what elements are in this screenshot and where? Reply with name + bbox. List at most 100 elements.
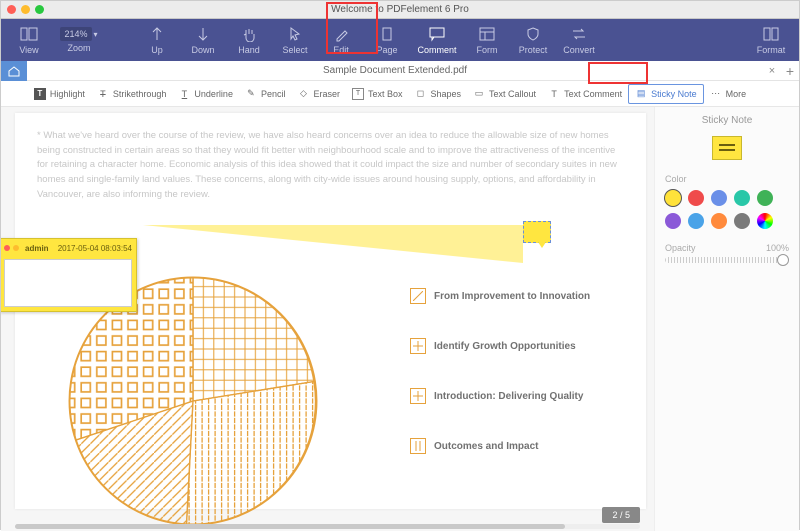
legend-icon	[410, 438, 426, 454]
popup-header[interactable]: admin 2017-05-04 08:03:54	[1, 239, 136, 257]
content-area: * What we've heard over the course of th…	[1, 107, 799, 531]
format-panel: Sticky Note Color Opacity 100%	[654, 107, 799, 531]
sticky-note-icon	[523, 221, 551, 243]
color-swatch[interactable]	[734, 190, 750, 206]
more-button[interactable]: ⋯More	[704, 84, 753, 104]
eraser-icon: ◇	[297, 88, 309, 100]
document-tab-title[interactable]: Sample Document Extended.pdf	[27, 65, 763, 76]
hand-button[interactable]: Hand	[227, 21, 271, 59]
panel-title: Sticky Note	[665, 115, 789, 126]
comment-icon	[428, 25, 446, 43]
popup-textarea[interactable]	[4, 259, 132, 307]
color-swatch[interactable]	[665, 190, 681, 206]
form-button[interactable]: Form	[465, 21, 509, 59]
sticky-note-ray	[143, 225, 523, 263]
format-button[interactable]: Format	[749, 21, 793, 59]
new-tab-icon[interactable]: +	[781, 63, 799, 79]
callout-icon: ▭	[473, 88, 485, 100]
edit-icon	[332, 25, 350, 43]
down-button[interactable]: Down	[181, 21, 225, 59]
shapes-button[interactable]: ◻Shapes	[409, 84, 468, 104]
legend-icon	[410, 388, 426, 404]
opacity-value: 100%	[766, 243, 789, 253]
popup-date: 2017-05-04 08:03:54	[58, 244, 132, 253]
color-swatch[interactable]	[711, 190, 727, 206]
scrollbar-thumb[interactable]	[15, 524, 565, 529]
page-button[interactable]: Page	[365, 21, 409, 59]
color-picker-icon[interactable]	[757, 213, 773, 229]
legend-item: Introduction: Delivering Quality	[410, 388, 590, 404]
arrow-up-icon	[148, 25, 166, 43]
pencil-icon: ✎	[245, 88, 257, 100]
highlight-button[interactable]: THighlight	[28, 84, 91, 104]
textcomment-icon: T	[548, 88, 560, 100]
edit-button[interactable]: Edit	[319, 21, 363, 59]
form-icon	[478, 25, 496, 43]
comment-button[interactable]: Comment	[411, 21, 463, 59]
color-swatch[interactable]	[688, 190, 704, 206]
document-tab-bar: Sample Document Extended.pdf × +	[1, 61, 799, 81]
textcomment-button[interactable]: TText Comment	[542, 84, 628, 104]
select-button[interactable]: Select	[273, 21, 317, 59]
textcallout-button[interactable]: ▭Text Callout	[467, 84, 542, 104]
page-indicator[interactable]: 2 / 5	[602, 507, 640, 523]
color-label: Color	[665, 174, 789, 184]
color-swatch[interactable]	[665, 213, 681, 229]
view-icon	[20, 25, 38, 43]
popup-min-icon[interactable]	[13, 245, 19, 251]
stickynote-button[interactable]: ▤Sticky Note	[628, 84, 704, 104]
color-swatch[interactable]	[711, 213, 727, 229]
opacity-slider[interactable]	[665, 257, 789, 263]
close-tab-icon[interactable]: ×	[763, 65, 781, 77]
note-preview-icon	[712, 136, 742, 160]
cursor-icon	[286, 25, 304, 43]
legend-icon	[410, 288, 426, 304]
horizontal-scrollbar[interactable]	[15, 524, 640, 529]
sticky-note-marker[interactable]	[523, 221, 551, 243]
sticky-note-popup[interactable]: admin 2017-05-04 08:03:54	[1, 238, 137, 312]
legend-item: From Improvement to Innovation	[410, 288, 590, 304]
shapes-icon: ◻	[415, 88, 427, 100]
color-swatch[interactable]	[688, 213, 704, 229]
home-button[interactable]	[1, 61, 27, 81]
strikethrough-icon: T	[97, 88, 109, 100]
format-icon	[762, 25, 780, 43]
highlight-icon: T	[34, 88, 46, 100]
textbox-button[interactable]: TText Box	[346, 84, 409, 104]
color-swatches	[665, 190, 789, 229]
zoom-button[interactable]: 214% ▾ Zoom	[53, 21, 105, 59]
window-traffic-lights[interactable]	[7, 5, 44, 14]
underline-icon: T	[178, 88, 190, 100]
popup-author: admin	[25, 244, 49, 253]
color-swatch[interactable]	[734, 213, 750, 229]
slider-thumb[interactable]	[777, 254, 789, 266]
stickynote-icon: ▤	[635, 88, 647, 100]
underline-button[interactable]: TUnderline	[172, 84, 239, 104]
main-toolbar: View 214% ▾ Zoom Up Down Hand Select Edi…	[1, 19, 799, 61]
convert-button[interactable]: Convert	[557, 21, 601, 59]
protect-button[interactable]: Protect	[511, 21, 555, 59]
close-window-icon[interactable]	[7, 5, 16, 14]
minimize-window-icon[interactable]	[21, 5, 30, 14]
maximize-window-icon[interactable]	[35, 5, 44, 14]
page-icon	[378, 25, 396, 43]
shield-icon	[524, 25, 542, 43]
popup-close-icon[interactable]	[4, 245, 10, 251]
color-swatch[interactable]	[757, 190, 773, 206]
convert-icon	[570, 25, 588, 43]
chevron-down-icon[interactable]: ▾	[94, 30, 98, 39]
view-button[interactable]: View	[7, 21, 51, 59]
strikethrough-button[interactable]: TStrikethrough	[91, 84, 173, 104]
annotation-toolbar: THighlight TStrikethrough TUnderline ✎Pe…	[1, 81, 799, 107]
up-button[interactable]: Up	[135, 21, 179, 59]
zoom-value[interactable]: 214%	[60, 27, 91, 41]
legend-item: Outcomes and Impact	[410, 438, 590, 454]
eraser-button[interactable]: ◇Eraser	[291, 84, 346, 104]
arrow-down-icon	[194, 25, 212, 43]
app-title: Welcome to PDFelement 6 Pro	[331, 4, 469, 15]
window-titlebar: Welcome to PDFelement 6 Pro	[1, 1, 799, 19]
legend-item: Identify Growth Opportunities	[410, 338, 590, 354]
document-view[interactable]: * What we've heard over the course of th…	[1, 107, 654, 531]
pencil-button[interactable]: ✎Pencil	[239, 84, 292, 104]
body-paragraph: * What we've heard over the course of th…	[37, 129, 624, 203]
